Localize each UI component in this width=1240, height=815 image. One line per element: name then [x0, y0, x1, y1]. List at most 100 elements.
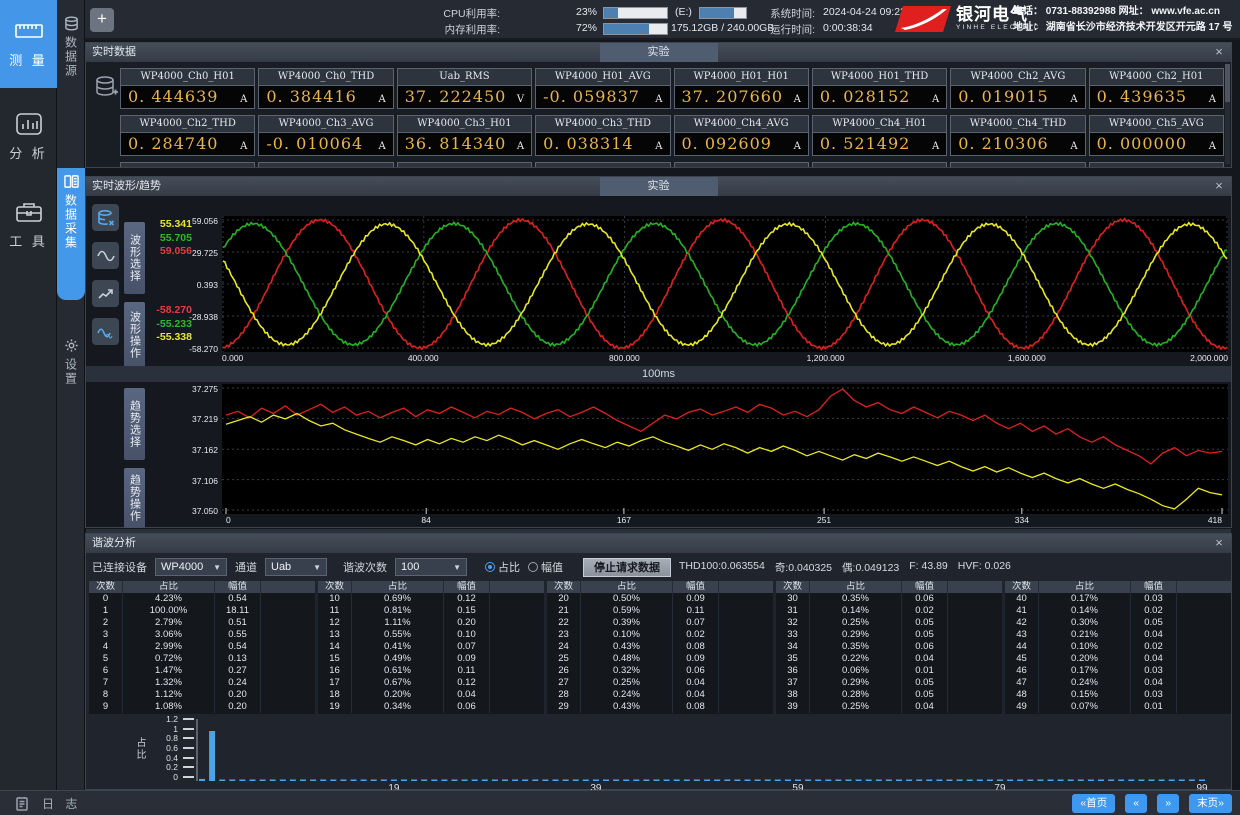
close-icon[interactable]: ×	[1212, 43, 1226, 62]
harmonics-panel-header: 谐波分析 ×	[86, 534, 1231, 553]
pagination: «首页 « » 末页»	[1072, 794, 1232, 813]
signal-source-button[interactable]	[92, 204, 119, 231]
experiment-tab[interactable]: 实验	[600, 43, 718, 62]
trend-operate-button[interactable]: 趋势操作	[124, 468, 145, 528]
device-select[interactable]: WP4000▼	[155, 558, 227, 576]
amplitude-radio[interactable]: 幅值	[528, 559, 563, 575]
subtab-datasource[interactable]: 数据源	[57, 10, 85, 86]
stat-value: 奇:0.040325	[775, 560, 832, 575]
harmonic-row: 81.12%0.20	[89, 689, 315, 701]
waveform-panel-body: 波形选择 波形操作 55.34155.70559.056 -58.270-55.…	[86, 196, 1231, 527]
order-select[interactable]: 100▼	[395, 558, 467, 576]
sidebar-item-label: 测 量	[9, 50, 48, 69]
subtab-strip: 数据源 数据采集 设置	[57, 0, 85, 790]
harmonic-row: 170.67%0.12	[318, 677, 544, 689]
harmonic-row: 160.61%0.11	[318, 665, 544, 677]
order-label: 谐波次数	[343, 559, 387, 575]
harmonic-row: 61.47%0.27	[89, 665, 315, 677]
waveform-view-button[interactable]	[92, 318, 119, 345]
stop-request-button[interactable]: 停止请求数据	[583, 558, 671, 577]
harmonic-row: 240.43%0.08	[547, 641, 773, 653]
harmonic-row: 420.30%0.05	[1005, 617, 1231, 629]
harmonic-table[interactable]: 次数占比幅值300.35%0.06310.14%0.02320.25%0.053…	[776, 581, 1002, 714]
trend-select-button[interactable]: 趋势选择	[124, 388, 145, 460]
readout-value: 55.705	[142, 232, 192, 246]
first-page-button[interactable]: «首页	[1072, 794, 1115, 813]
sidebar-item-analysis[interactable]: 分 析	[0, 93, 57, 181]
subtab-settings[interactable]: 设置	[57, 332, 85, 422]
panel-title: 实时波形/趋势	[92, 180, 161, 192]
realtime-cards-grid: WP4000_Ch0_H010. 444639AWP4000_Ch0_THD0.…	[120, 68, 1224, 167]
harmonic-row: 04.23%0.54	[89, 593, 315, 605]
harmonic-row: 330.29%0.05	[776, 629, 1002, 641]
next-page-button[interactable]: »	[1157, 794, 1179, 813]
stat-value: 偶:0.049123	[842, 560, 899, 575]
data-card-partial	[258, 162, 393, 167]
disk-progress-bar	[699, 7, 747, 19]
sine-view-button[interactable]	[92, 242, 119, 269]
stat-value: F: 43.89	[909, 560, 948, 575]
data-card: WP4000_Ch2_H010. 439635A	[1089, 68, 1224, 109]
trend-chart[interactable]	[222, 384, 1228, 514]
prev-page-button[interactable]: «	[1125, 794, 1147, 813]
cards-scrollbar[interactable]	[1225, 64, 1230, 164]
harmonic-row: 22.79%0.51	[89, 617, 315, 629]
subtab-acquisition[interactable]: 数据采集	[57, 168, 85, 300]
log-button[interactable]: 日 志	[14, 795, 81, 812]
harmonic-row: 450.20%0.04	[1005, 653, 1231, 665]
harmonic-row: 480.15%0.03	[1005, 689, 1231, 701]
harmonics-controls: 已连接设备 WP4000▼ 通道 Uab▼ 谐波次数 100▼ 占比	[92, 557, 1011, 577]
footer-bar: 日 志 «首页 « » 末页»	[0, 790, 1240, 815]
data-card: WP4000_Ch3_THD0. 038314A	[535, 115, 670, 156]
harmonic-table[interactable]: 次数占比幅值04.23%0.541100.00%18.1122.79%0.513…	[89, 581, 315, 714]
waveform-chart[interactable]	[222, 216, 1228, 352]
cpu-usage-value: 23%	[571, 6, 597, 18]
data-card: WP4000_Ch3_H0136. 814340A	[397, 115, 532, 156]
harmonic-row: 121.11%0.20	[318, 617, 544, 629]
subtab-label: 数据源	[63, 36, 80, 78]
harmonic-row: 100.69%0.12	[318, 593, 544, 605]
experiment-tab[interactable]: 实验	[600, 177, 718, 196]
disk-label: (E:)	[675, 6, 692, 18]
harmonic-table[interactable]: 次数占比幅值200.50%0.09210.59%0.11220.39%0.072…	[547, 581, 773, 714]
close-icon[interactable]: ×	[1212, 534, 1226, 553]
harmonic-row: 320.25%0.05	[776, 617, 1002, 629]
close-icon[interactable]: ×	[1212, 177, 1226, 196]
channel-select[interactable]: Uab▼	[265, 558, 327, 576]
sidebar: 测 量 分 析 工 具	[0, 0, 57, 790]
harmonic-row: 380.28%0.05	[776, 689, 1002, 701]
harmonic-stats: THD100:0.063554奇:0.040325偶:0.049123F: 43…	[679, 560, 1011, 575]
harmonic-row: 130.55%0.10	[318, 629, 544, 641]
sidebar-item-measure[interactable]: 测 量	[0, 0, 57, 88]
bar-chart-icon	[15, 112, 43, 136]
add-tab-button[interactable]: +	[90, 8, 114, 32]
contact-line1: 电话： 0731-88392988 网址： www.vfe.ac.cn	[1013, 4, 1232, 20]
contact-line2: 地址： 湖南省长沙市经济技术开发区开元路 17 号	[1013, 20, 1232, 36]
data-card: WP4000_Ch0_H010. 444639A	[120, 68, 255, 109]
harmonic-row: 310.14%0.02	[776, 605, 1002, 617]
memory-usage-value: 72%	[571, 22, 597, 34]
harmonic-row: 42.99%0.54	[89, 641, 315, 653]
harmonic-bar-chart[interactable]	[196, 719, 1208, 781]
last-page-button[interactable]: 末页»	[1189, 794, 1232, 813]
harmonic-table[interactable]: 次数占比幅值100.69%0.12110.81%0.15121.11%0.201…	[318, 581, 544, 714]
stat-value: HVF: 0.026	[958, 560, 1011, 575]
gear-icon	[64, 338, 79, 353]
data-source-icon[interactable]	[93, 74, 119, 100]
toolbox-icon	[15, 200, 43, 224]
trend-y-axis: 37.27537.21937.16237.10637.050	[188, 384, 220, 514]
wave-min-readouts: -58.270-55.233-55.338	[142, 304, 192, 345]
data-card: WP4000_H01_THD0. 028152A	[812, 68, 947, 109]
harmonic-row: 390.25%0.04	[776, 701, 1002, 713]
trend-view-button[interactable]	[92, 280, 119, 307]
data-card-partial	[674, 162, 809, 167]
ratio-radio[interactable]: 占比	[485, 559, 520, 575]
panel-title: 实时数据	[92, 46, 136, 58]
harmonic-row: 490.07%0.01	[1005, 701, 1231, 713]
wave-x-axis: 0.000400.000800.0001,200.0001,600.0002,0…	[222, 353, 1228, 363]
readout-value: -58.270	[142, 304, 192, 318]
harmonic-table[interactable]: 次数占比幅值400.17%0.03410.14%0.02420.30%0.054…	[1005, 581, 1231, 714]
memory-progress-bar	[603, 23, 668, 35]
sidebar-item-tools[interactable]: 工 具	[0, 181, 57, 269]
harmonic-row: 180.20%0.04	[318, 689, 544, 701]
